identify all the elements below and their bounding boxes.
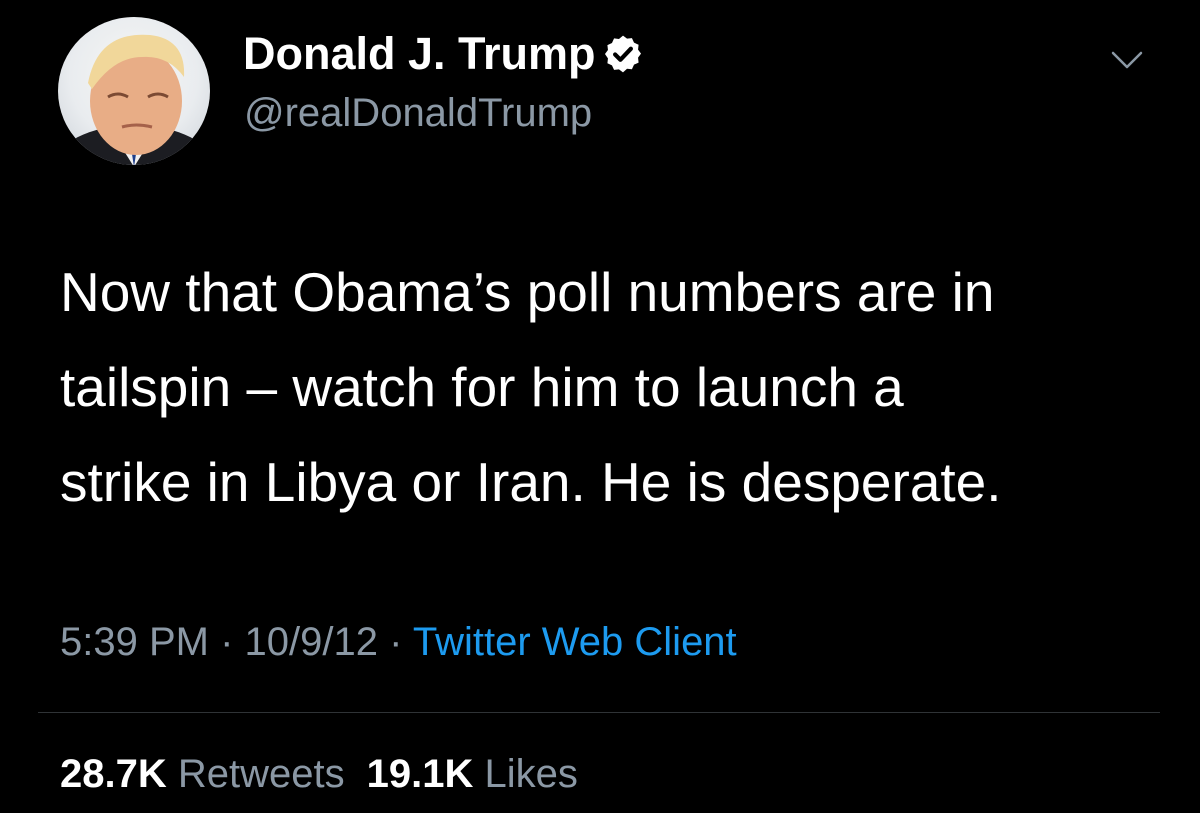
tweet-text: Now that Obama’s poll numbers are in tai… bbox=[60, 261, 1002, 513]
retweets-stat[interactable]: 28.7K Retweets bbox=[60, 752, 345, 796]
tweet-stats: 28.7K Retweets 19.1K Likes bbox=[60, 748, 578, 800]
tweet-date[interactable]: 10/9/12 bbox=[245, 620, 378, 664]
meta-separator: · bbox=[389, 620, 403, 664]
likes-count: 19.1K bbox=[366, 752, 474, 796]
display-name[interactable]: Donald J. Trump bbox=[243, 26, 596, 82]
likes-stat[interactable]: 19.1K Likes bbox=[367, 752, 578, 796]
retweets-count: 28.7K bbox=[60, 752, 167, 796]
chevron-down-icon[interactable] bbox=[1110, 48, 1144, 72]
meta-separator: · bbox=[220, 620, 234, 664]
user-handle[interactable]: @realDonaldTrump bbox=[244, 88, 592, 138]
likes-label: Likes bbox=[484, 752, 578, 796]
tweet-time[interactable]: 5:39 PM bbox=[60, 620, 209, 664]
divider bbox=[38, 712, 1160, 713]
tweet-meta: 5:39 PM · 10/9/12 · Twitter Web Client bbox=[60, 616, 737, 668]
avatar-photo bbox=[58, 34, 210, 165]
tweet: Donald J. Trump @realDonaldTrump Now tha… bbox=[0, 0, 1200, 813]
verified-badge-icon bbox=[604, 35, 642, 73]
avatar[interactable] bbox=[58, 17, 210, 165]
retweets-label: Retweets bbox=[177, 752, 345, 796]
tweet-source-link[interactable]: Twitter Web Client bbox=[413, 620, 737, 664]
